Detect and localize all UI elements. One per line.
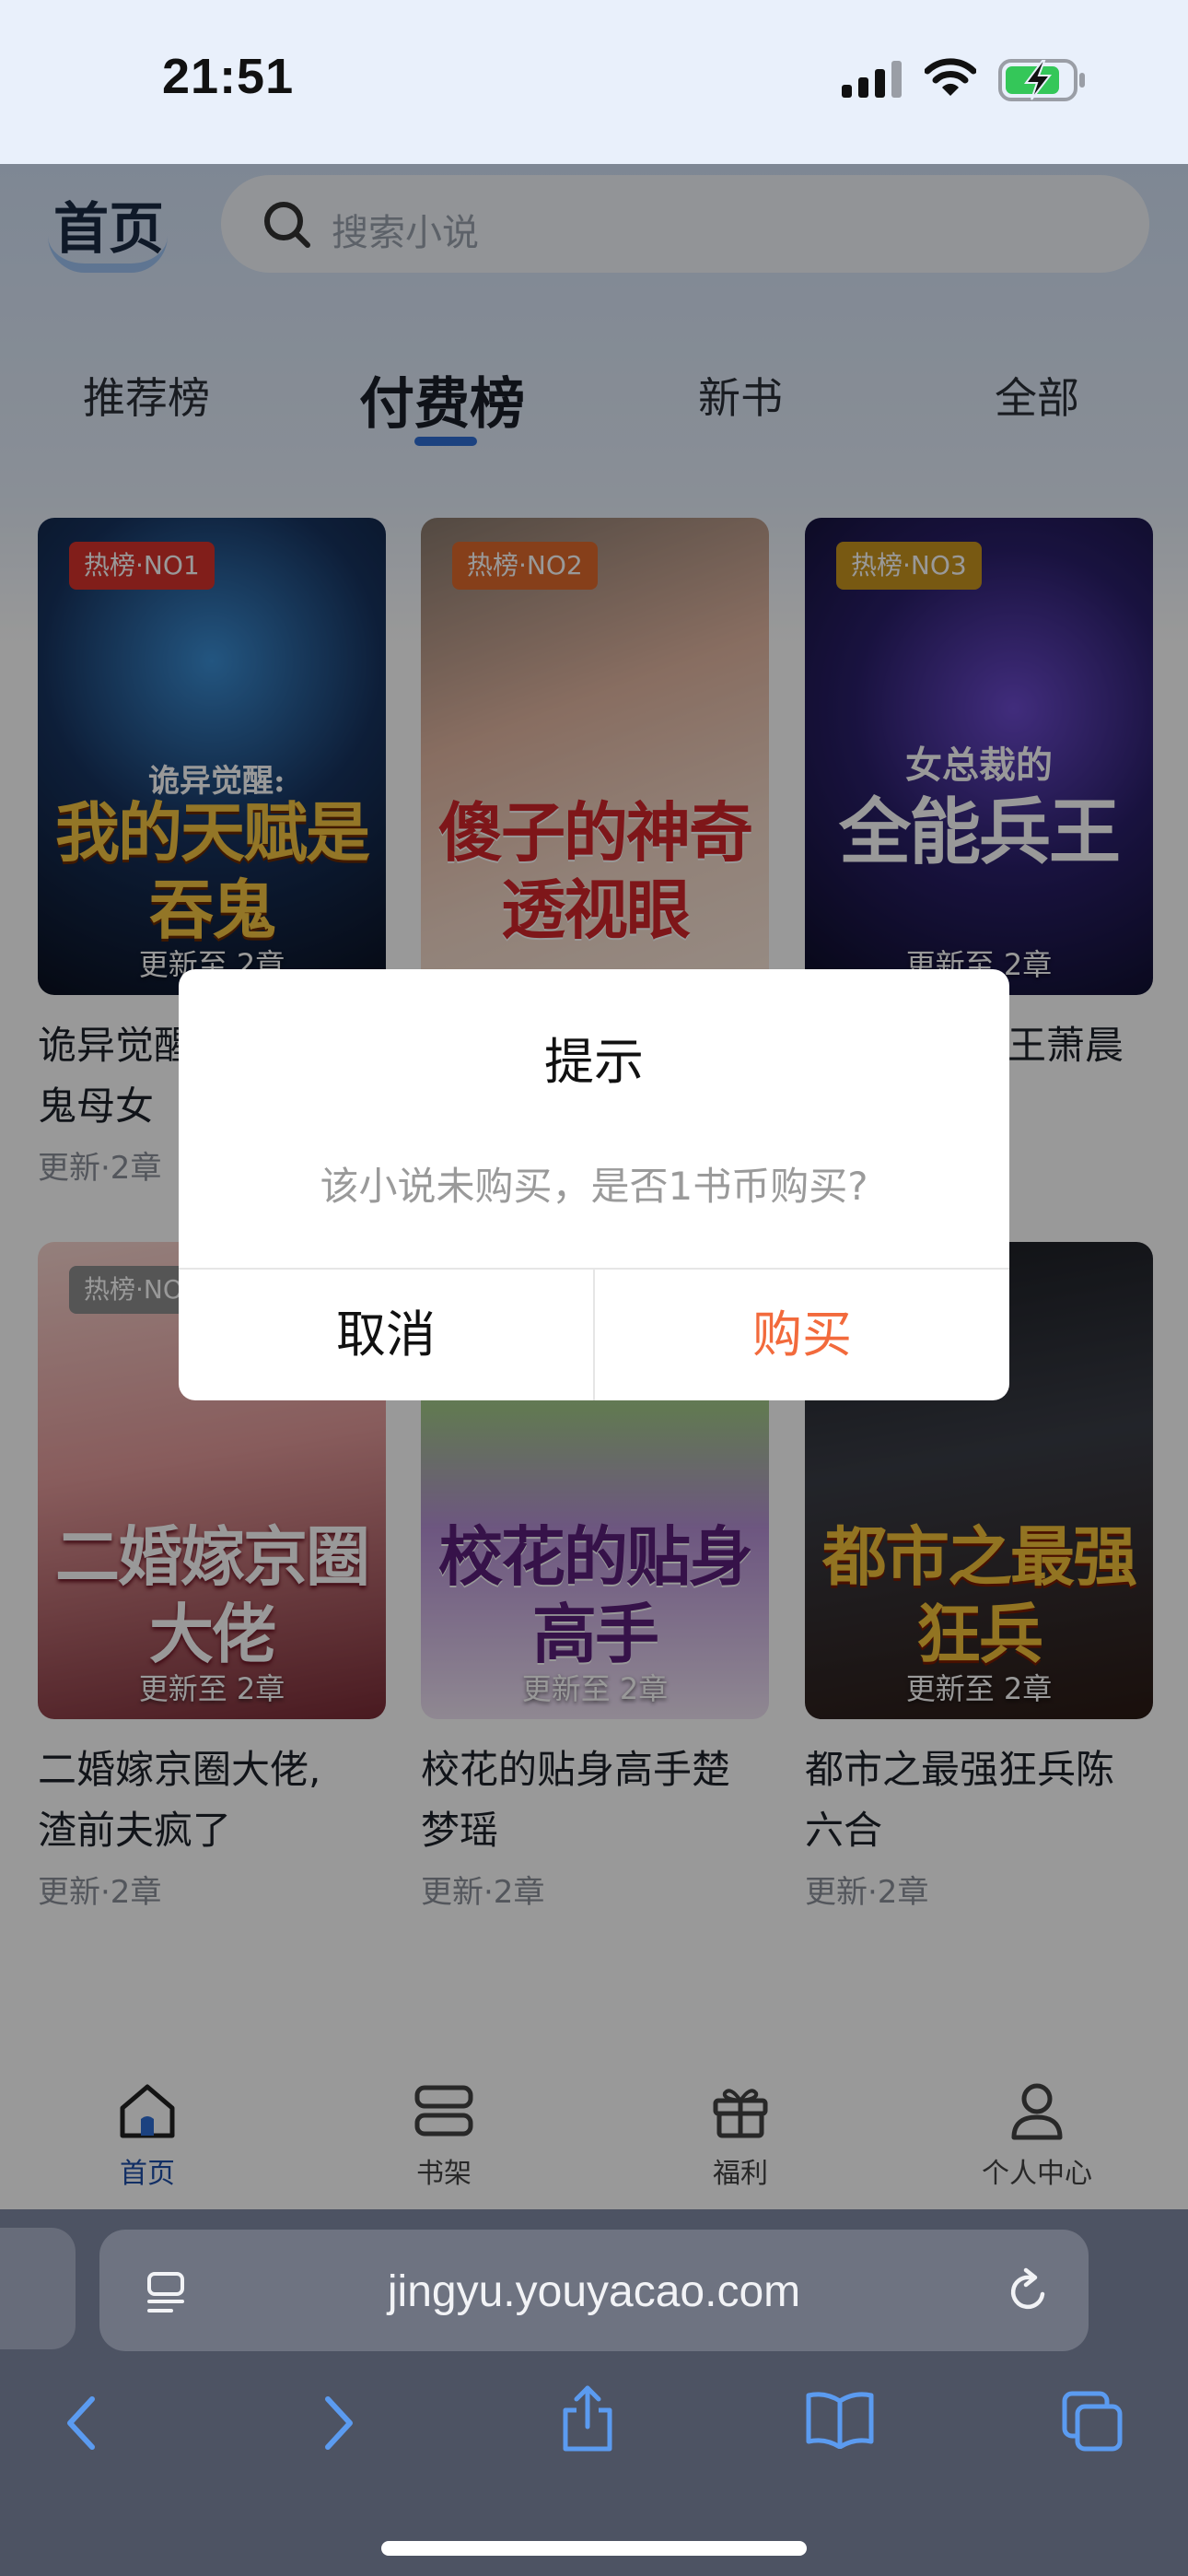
cancel-button[interactable]: 取消 — [179, 1270, 593, 1400]
status-bar: 21:51 — [0, 0, 1188, 164]
purchase-dialog: 提示 该小说未购买，是否1书币购买? 取消 购买 — [179, 969, 1009, 1400]
reload-icon[interactable] — [1006, 2266, 1052, 2316]
buy-button[interactable]: 购买 — [595, 1270, 1009, 1400]
dialog-title: 提示 — [544, 1033, 644, 1091]
back-icon[interactable] — [61, 2394, 101, 2453]
battery-charging-icon — [998, 59, 1085, 101]
screen: 21:51 首页 搜索小说 推荐榜 付费榜 新书 全部 热榜·NO1 诡异觉醒:… — [0, 0, 1188, 2576]
dialog-message: 该小说未购买，是否1书币购买? — [320, 1164, 868, 1209]
bookmarks-icon[interactable] — [805, 2390, 875, 2449]
home-indicator[interactable] — [381, 2541, 807, 2556]
url-text: jingyu.youyacao.com — [387, 2267, 801, 2316]
wifi-icon — [925, 58, 976, 96]
tabs-icon[interactable] — [1061, 2390, 1125, 2454]
browser-toolbar: jingyu.youyacao.com — [0, 2209, 1188, 2576]
address-bar[interactable]: jingyu.youyacao.com — [99, 2230, 1089, 2351]
cellular-signal-icon — [842, 61, 902, 98]
forward-icon[interactable] — [319, 2394, 359, 2453]
share-icon[interactable] — [560, 2384, 615, 2454]
previous-tab-preview[interactable] — [0, 2228, 76, 2349]
status-time: 21:51 — [162, 49, 295, 104]
